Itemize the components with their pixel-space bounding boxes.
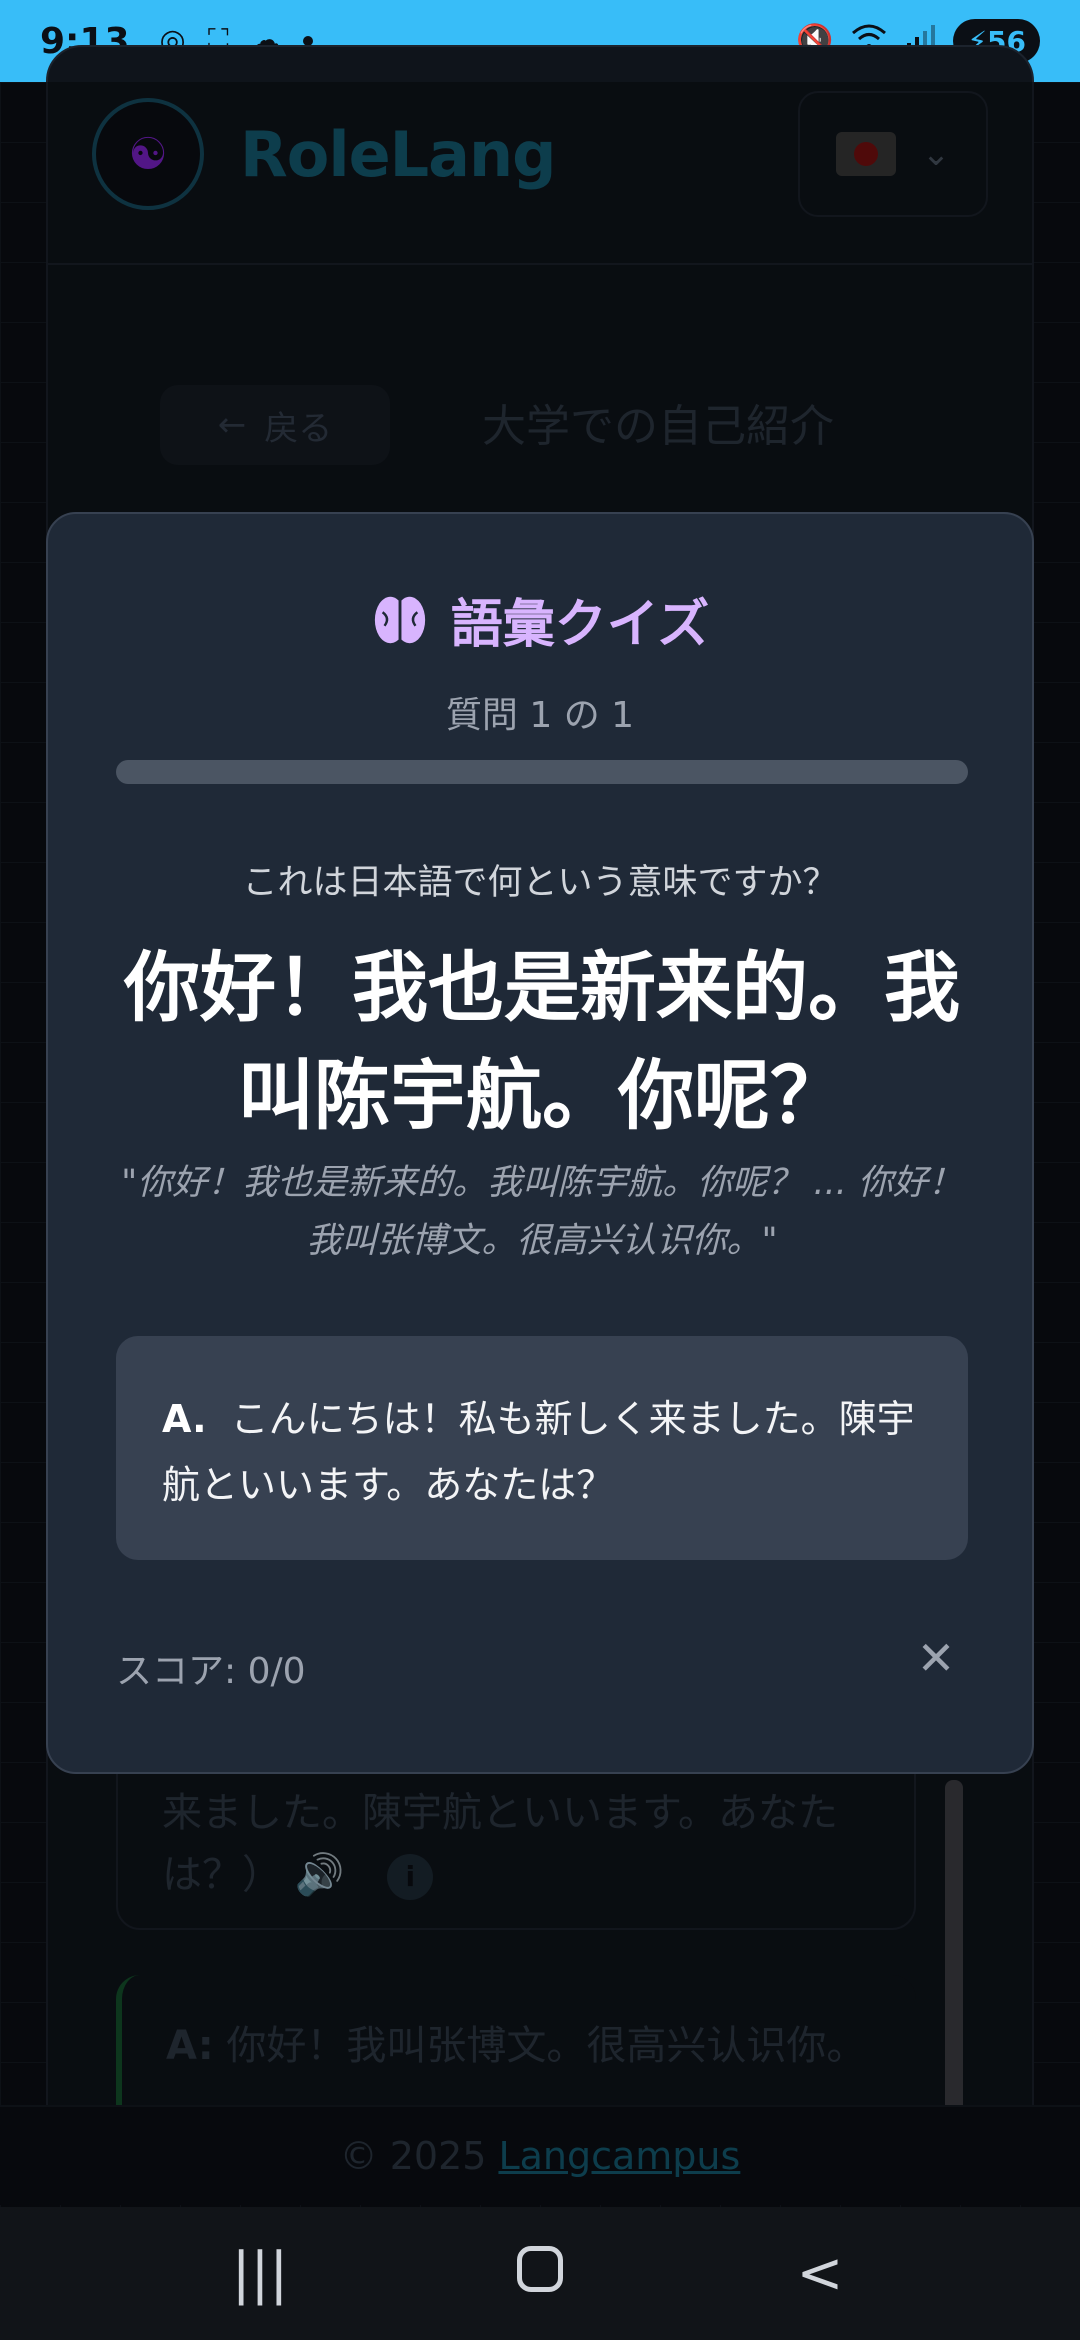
brain-icon [374,596,425,643]
quiz-title-text: 語彙クイズ [450,595,710,655]
quiz-title: 語彙クイズ [48,582,1032,657]
progress-bar [116,760,968,784]
question-text: 你好！我也是新来的。我叫陈宇航。你呢？ [124,943,960,1140]
back-nav-button[interactable]: < [760,2241,880,2306]
progress-label: 質問 1 の 1 [445,695,635,736]
context-text: "你好！我也是新来的。我叫陈宇航。你呢？ ... 你好！我叫张博文。很高兴认识你… [121,1163,963,1261]
home-icon [517,2246,563,2292]
option-letter: A. [162,1397,207,1441]
option-text: こんにちは！私も新しく来ました。陳宇航といいます。あなたは？ [162,1397,915,1507]
question-prompt: これは日本語で何という意味ですか？ [242,863,838,903]
screen: 9:13 ◎ ⛶ ☁ 🔇 ⚡ 56 ☯ RoleLang ⌄ ← 戻る 大学での… [0,0,1080,2340]
close-button[interactable]: ✕ [904,1626,968,1690]
navigation-bar: ||| < [0,2207,1080,2340]
home-button[interactable] [480,2241,600,2306]
answer-option-a[interactable]: A. こんにちは！私も新しく来ました。陳宇航といいます。あなたは？ [116,1336,968,1560]
score-text: スコア: 0/0 [116,1651,306,1692]
recents-button[interactable]: ||| [200,2241,320,2306]
quiz-modal: 語彙クイズ 質問 1 の 1 これは日本語で何という意味ですか？ 你好！我也是新… [46,512,1034,1774]
